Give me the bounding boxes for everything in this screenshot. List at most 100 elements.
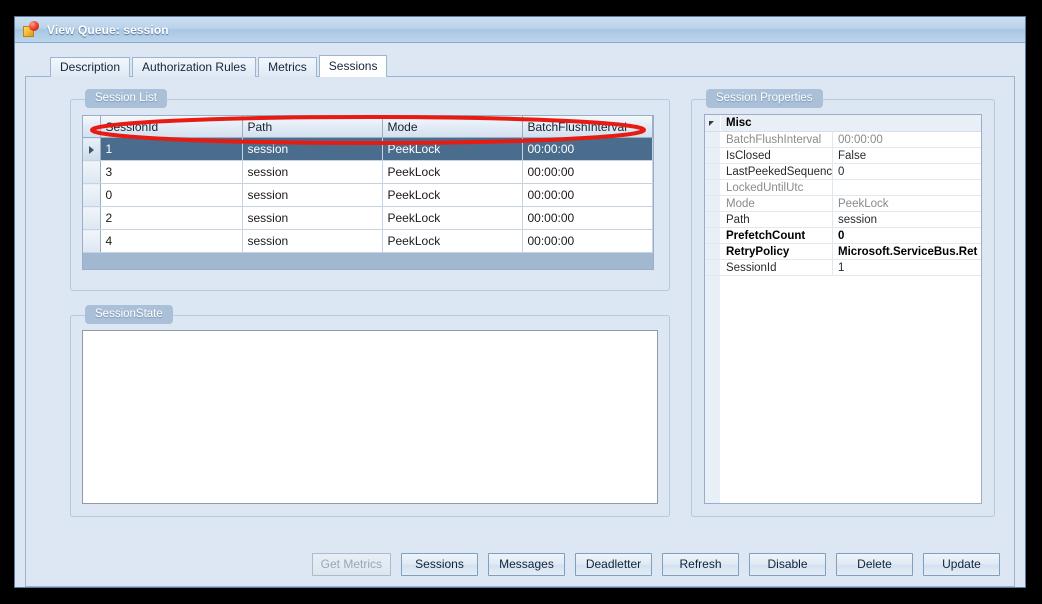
column-header-mode[interactable]: Mode bbox=[382, 116, 523, 138]
cell-path[interactable]: session bbox=[242, 206, 383, 230]
property-row-isclosed[interactable]: IsClosed False bbox=[705, 148, 981, 164]
tab-metrics[interactable]: Metrics bbox=[258, 57, 317, 77]
row-gutter bbox=[705, 148, 721, 163]
property-row-lastpeekedsequence[interactable]: LastPeekedSequence 0 bbox=[705, 164, 981, 180]
row-gutter bbox=[705, 132, 721, 147]
window-titlebar: View Queue: session bbox=[15, 17, 1025, 43]
deadletter-button[interactable]: Deadletter bbox=[575, 552, 652, 576]
cell-mode[interactable]: PeekLock bbox=[382, 183, 523, 207]
session-list-header-row: SessionId Path Mode BatchFlushInterval bbox=[83, 116, 653, 138]
tab-authorization-rules[interactable]: Authorization Rules bbox=[132, 57, 257, 77]
cell-mode[interactable]: PeekLock bbox=[382, 229, 523, 253]
cell-path[interactable]: session bbox=[242, 229, 383, 253]
session-properties-group-label: Session Properties bbox=[706, 89, 823, 108]
propgrid-rows: Misc BatchFlushInterval 00:00:00 IsClose… bbox=[705, 115, 981, 276]
cell-sessionid[interactable]: 0 bbox=[100, 183, 243, 207]
cell-batchflushinterval[interactable]: 00:00:00 bbox=[522, 206, 653, 230]
cell-sessionid[interactable]: 2 bbox=[100, 206, 243, 230]
property-row-mode[interactable]: Mode PeekLock bbox=[705, 196, 981, 212]
table-row[interactable]: 0 session PeekLock 00:00:00 bbox=[83, 183, 653, 207]
tab-description[interactable]: Description bbox=[50, 57, 131, 77]
row-header[interactable] bbox=[83, 229, 101, 253]
session-list-group: Session List SessionId Path Mode BatchFl… bbox=[70, 89, 670, 291]
session-properties-group: Session Properties Misc BatchFlushInterv… bbox=[691, 89, 995, 517]
view-queue-window: View Queue: session Description Authoriz… bbox=[14, 16, 1026, 588]
property-name: RetryPolicy bbox=[721, 244, 833, 259]
row-header[interactable] bbox=[83, 206, 101, 230]
table-row[interactable]: 2 session PeekLock 00:00:00 bbox=[83, 206, 653, 230]
cell-batchflushinterval[interactable]: 00:00:00 bbox=[522, 229, 653, 253]
cell-sessionid[interactable]: 4 bbox=[100, 229, 243, 253]
tab-page-sessions: Session List SessionId Path Mode BatchFl… bbox=[25, 76, 1015, 587]
row-gutter bbox=[705, 244, 721, 259]
column-header-sessionid[interactable]: SessionId bbox=[100, 116, 243, 138]
session-list-group-label: Session List bbox=[85, 89, 168, 108]
cell-sessionid[interactable]: 1 bbox=[100, 137, 243, 161]
property-row-path[interactable]: Path session bbox=[705, 212, 981, 228]
get-metrics-button[interactable]: Get Metrics bbox=[311, 552, 391, 576]
session-state-textbox[interactable] bbox=[82, 330, 658, 504]
property-value[interactable]: Microsoft.ServiceBus.Ret bbox=[833, 244, 981, 259]
property-row-batchflushinterval[interactable]: BatchFlushInterval 00:00:00 bbox=[705, 132, 981, 148]
update-button[interactable]: Update bbox=[923, 552, 1000, 576]
grid-corner-cell[interactable] bbox=[83, 116, 101, 138]
column-header-batchflushinterval[interactable]: BatchFlushInterval bbox=[522, 116, 653, 138]
session-list-table: SessionId Path Mode BatchFlushInterval 1 bbox=[83, 116, 653, 253]
delete-button[interactable]: Delete bbox=[836, 552, 913, 576]
cell-path[interactable]: session bbox=[242, 137, 383, 161]
property-value[interactable]: 0 bbox=[833, 164, 981, 179]
category-expander-cell[interactable] bbox=[705, 115, 721, 131]
property-name: Path bbox=[721, 212, 833, 227]
row-gutter bbox=[705, 196, 721, 211]
property-name: PrefetchCount bbox=[721, 228, 833, 243]
row-header[interactable] bbox=[83, 137, 101, 161]
disable-button[interactable]: Disable bbox=[749, 552, 826, 576]
cell-sessionid[interactable]: 3 bbox=[100, 160, 243, 184]
queue-cube-icon bbox=[23, 21, 40, 38]
property-category-misc[interactable]: Misc bbox=[705, 115, 981, 132]
table-row[interactable]: 3 session PeekLock 00:00:00 bbox=[83, 160, 653, 184]
property-value[interactable] bbox=[833, 180, 981, 195]
column-header-path[interactable]: Path bbox=[242, 116, 383, 138]
cell-mode[interactable]: PeekLock bbox=[382, 160, 523, 184]
cell-batchflushinterval[interactable]: 00:00:00 bbox=[522, 137, 653, 161]
property-value[interactable]: session bbox=[833, 212, 981, 227]
cell-mode[interactable]: PeekLock bbox=[382, 206, 523, 230]
property-value[interactable]: PeekLock bbox=[833, 196, 981, 211]
property-name: IsClosed bbox=[721, 148, 833, 163]
property-value[interactable]: False bbox=[833, 148, 981, 163]
property-name: LockedUntilUtc bbox=[721, 180, 833, 195]
property-row-prefetchcount[interactable]: PrefetchCount 0 bbox=[705, 228, 981, 244]
sessions-button[interactable]: Sessions bbox=[401, 552, 478, 576]
property-value[interactable]: 1 bbox=[833, 260, 981, 275]
window-title: View Queue: session bbox=[47, 22, 169, 37]
property-value[interactable]: 0 bbox=[833, 228, 981, 243]
table-row[interactable]: 1 session PeekLock 00:00:00 bbox=[83, 137, 653, 161]
cell-path[interactable]: session bbox=[242, 183, 383, 207]
cell-path[interactable]: session bbox=[242, 160, 383, 184]
cell-batchflushinterval[interactable]: 00:00:00 bbox=[522, 160, 653, 184]
row-gutter bbox=[705, 164, 721, 179]
action-button-bar: Get Metrics Sessions Messages Deadletter… bbox=[26, 552, 1014, 576]
window-body: Description Authorization Rules Metrics … bbox=[15, 43, 1025, 587]
row-header[interactable] bbox=[83, 160, 101, 184]
category-label: Misc bbox=[726, 117, 752, 129]
session-properties-grid[interactable]: Misc BatchFlushInterval 00:00:00 IsClose… bbox=[704, 114, 982, 504]
row-header[interactable] bbox=[83, 183, 101, 207]
messages-button[interactable]: Messages bbox=[488, 552, 565, 576]
property-value[interactable]: 00:00:00 bbox=[833, 132, 981, 147]
cell-batchflushinterval[interactable]: 00:00:00 bbox=[522, 183, 653, 207]
cell-mode[interactable]: PeekLock bbox=[382, 137, 523, 161]
table-row[interactable]: 4 session PeekLock 00:00:00 bbox=[83, 229, 653, 253]
property-row-retrypolicy[interactable]: RetryPolicy Microsoft.ServiceBus.Ret bbox=[705, 244, 981, 260]
property-name: BatchFlushInterval bbox=[721, 132, 833, 147]
row-gutter bbox=[705, 228, 721, 243]
property-row-lockeduntilutc[interactable]: LockedUntilUtc bbox=[705, 180, 981, 196]
tab-sessions[interactable]: Sessions bbox=[318, 55, 388, 77]
property-row-sessionid[interactable]: SessionId 1 bbox=[705, 260, 981, 276]
session-list-grid[interactable]: SessionId Path Mode BatchFlushInterval 1 bbox=[82, 115, 654, 270]
property-name: LastPeekedSequence bbox=[721, 164, 833, 179]
tabstrip: Description Authorization Rules Metrics … bbox=[50, 55, 1015, 77]
refresh-button[interactable]: Refresh bbox=[662, 552, 739, 576]
property-name: SessionId bbox=[721, 260, 833, 275]
